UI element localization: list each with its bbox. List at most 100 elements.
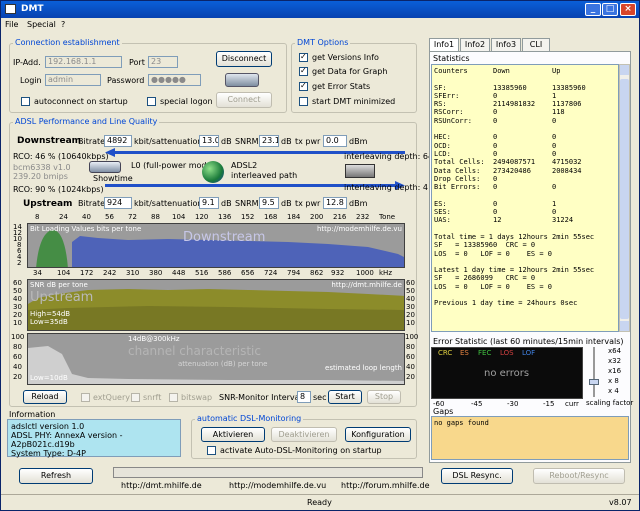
reload-button[interactable]: Reload — [23, 390, 67, 404]
g3-subtitle: attenuation (dB) per tone — [178, 360, 268, 368]
snr-interval-field[interactable]: 8 — [297, 391, 311, 403]
error-stats-checkbox[interactable]: ✓ — [299, 81, 308, 91]
down-bitrate-field[interactable]: 4892 — [104, 135, 132, 147]
g2-watermark: Upstream — [30, 290, 94, 305]
down-snrm-field[interactable]: 23.1 — [259, 135, 279, 147]
deactivate-button[interactable]: Deaktivieren — [271, 427, 337, 442]
menu-file[interactable]: File — [5, 20, 18, 29]
y-tick: 40 — [406, 363, 415, 371]
khz-tick: 242 — [103, 269, 117, 277]
connect-button[interactable]: Connect — [216, 92, 272, 108]
g3-yaxis: 100 80 60 40 20 — [11, 333, 27, 385]
snrt-checkbox[interactable] — [131, 393, 140, 402]
up-att-field[interactable]: 9.1 — [199, 197, 219, 209]
scaling-slider[interactable] — [589, 347, 601, 397]
khz-axis: 34 104 172 242 310 380 448 516 586 656 7… — [9, 269, 417, 279]
versions-checkbox[interactable]: ✓ — [299, 52, 308, 62]
down-bitrate-label: Bitrate — [78, 137, 106, 146]
ip-label: IP-Add. — [13, 58, 41, 67]
refresh-button[interactable]: Refresh — [19, 468, 93, 484]
khz-tick: 794 — [287, 269, 301, 277]
up-bitrate-field[interactable]: 924 — [104, 197, 132, 209]
close-button[interactable]: × — [620, 3, 636, 16]
login-field[interactable]: admin — [45, 74, 101, 86]
link-dmt[interactable]: http://dmt.mhilfe.de — [121, 481, 202, 490]
khz-tick: 310 — [126, 269, 140, 277]
up-snrm-unit: dB — [281, 199, 292, 208]
modem-icon — [89, 161, 121, 173]
automon-startup-checkbox[interactable] — [207, 446, 216, 455]
tab-info1[interactable]: Info1 — [429, 38, 459, 52]
gaps-box: no gaps found — [431, 416, 629, 460]
interleave-up: interleaving depth: 4 — [344, 183, 428, 192]
menu-help[interactable]: ? — [61, 20, 65, 29]
dsl-resync-button[interactable]: DSL Resync. — [441, 468, 513, 484]
scroll-up-icon[interactable] — [620, 65, 629, 75]
sec-label: sec — [313, 393, 327, 402]
khz-tick: kHz — [379, 269, 392, 277]
password-label: Password — [107, 76, 145, 85]
up-snrm-field[interactable]: 9.5 — [259, 197, 279, 209]
down-att-label: attenuation — [156, 137, 203, 146]
special-logon-checkbox[interactable] — [147, 97, 156, 106]
scroll-down-icon[interactable] — [620, 321, 629, 331]
ip-field[interactable]: 192.168.1.1 — [45, 56, 122, 68]
khz-tick: 1000 — [356, 269, 374, 277]
stats-scrollbar[interactable] — [619, 64, 630, 332]
khz-tick: 516 — [195, 269, 209, 277]
g2-yaxis: 60 50 40 30 20 10 — [11, 279, 27, 331]
down-att-field[interactable]: 13.0 — [199, 135, 219, 147]
connection-title: Connection establishment — [13, 38, 122, 47]
info-line: System Type: D-4P — [11, 449, 86, 458]
password-field[interactable]: ●●●●● — [148, 74, 201, 86]
y-tick: 100 — [11, 333, 25, 341]
tone-tick: 136 — [218, 213, 232, 221]
bitswap-checkbox[interactable] — [169, 393, 178, 402]
line-type-label: ADSL2 — [231, 161, 258, 170]
maximize-button[interactable]: □ — [602, 3, 618, 16]
khz-tick: 172 — [80, 269, 94, 277]
link-forum[interactable]: http://forum.mhilfe.de — [341, 481, 430, 490]
disconnect-button[interactable]: Disconnect — [216, 51, 272, 67]
up-txpwr-field[interactable]: 12.8 — [323, 197, 347, 209]
errstat-title: Error Statistic (last 60 minutes/15min i… — [433, 337, 624, 346]
tab-cli[interactable]: CLI — [522, 38, 550, 51]
down-txpwr-field[interactable]: 0.0 — [323, 135, 347, 147]
port-field[interactable]: 23 — [148, 56, 178, 68]
y-tick: 50 — [13, 287, 22, 295]
y-tick: 80 — [406, 343, 415, 351]
minimized-label: start DMT minimized — [312, 97, 396, 106]
g2-yaxis-right: 60 50 40 30 20 10 — [405, 279, 417, 331]
menu-special[interactable]: Special — [27, 20, 56, 29]
link-modemhilfe[interactable]: http://modemhilfe.de.vu — [229, 481, 326, 490]
minimized-checkbox[interactable] — [299, 97, 308, 106]
y-tick: 40 — [13, 363, 22, 371]
rco-up: RCO: 90 % (1024kbps) — [13, 185, 104, 194]
y-tick: 10 — [13, 319, 22, 327]
start-button[interactable]: Start — [328, 390, 362, 404]
scale-x32: x32 — [608, 357, 622, 365]
tone-tick: 184 — [287, 213, 301, 221]
bitloading-graph: Bit Loading Values bits per tone Downstr… — [27, 223, 405, 268]
errstat-graph: CRC ES FEC LOS LOF no errors — [431, 347, 583, 399]
g2-high: High=54dB — [30, 310, 71, 318]
y-tick: 60 — [406, 353, 415, 361]
chip-info: bcm6338 v1.0 — [13, 163, 71, 172]
config-button[interactable]: Konfiguration — [345, 427, 411, 442]
minimize-button[interactable]: _ — [585, 3, 601, 16]
g3-loop-length: estimated loop length — [325, 364, 402, 372]
activate-button[interactable]: Aktivieren — [201, 427, 265, 442]
autoconnect-checkbox[interactable] — [21, 97, 30, 106]
version-text: v8.07 — [609, 498, 632, 507]
stop-button[interactable]: Stop — [367, 390, 401, 404]
tab-info3[interactable]: Info3 — [491, 38, 521, 51]
line-path-label: interleaved path — [231, 171, 298, 180]
reboot-button[interactable]: Reboot/Resync — [533, 468, 625, 484]
graph-data-checkbox[interactable]: ✓ — [299, 66, 308, 76]
scroll-thumb[interactable] — [620, 79, 629, 319]
extquery-checkbox[interactable] — [81, 393, 90, 402]
scaling-slider-thumb[interactable] — [589, 379, 599, 385]
info-box: adslctl version 1.0 ADSL PHY: AnnexA ver… — [7, 419, 181, 458]
down-bitrate-unit: kbit/s — [134, 137, 156, 146]
tab-info2[interactable]: Info2 — [460, 38, 490, 51]
